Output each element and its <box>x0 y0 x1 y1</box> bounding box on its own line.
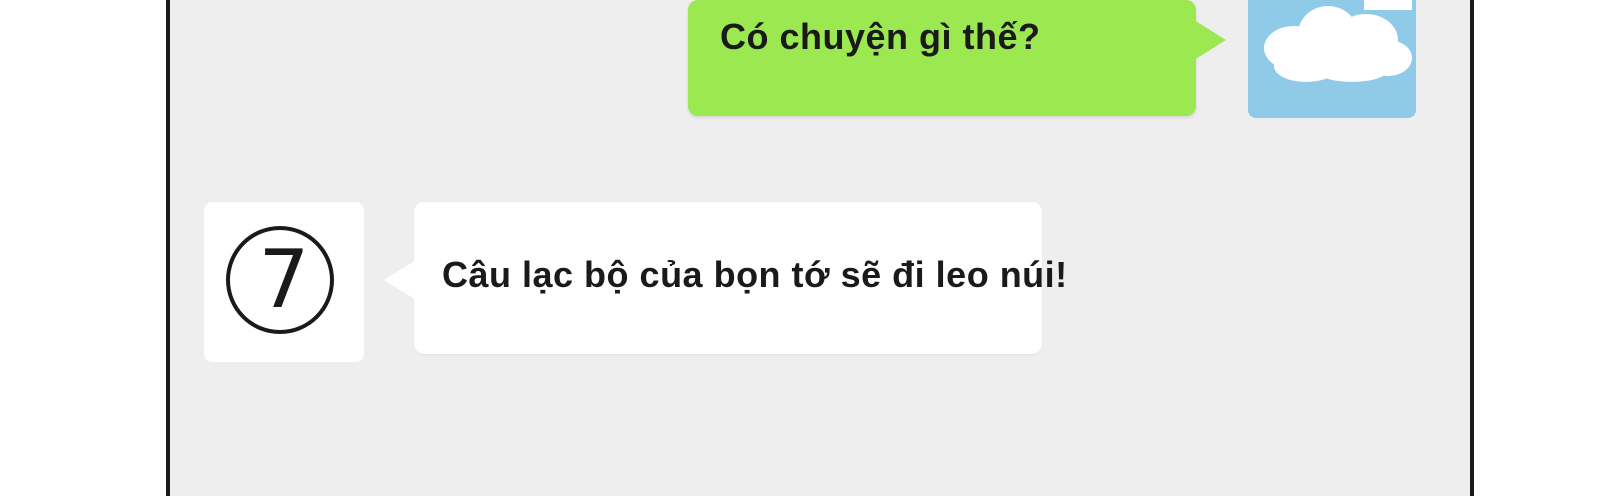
message-text: Câu lạc bộ của bọn tớ sẽ đi leo núi! <box>442 254 1068 295</box>
message-text: Có chuyện gì thế? <box>720 16 1041 57</box>
contact-avatar[interactable]: 7 <box>204 202 364 362</box>
user-avatar[interactable] <box>1248 0 1416 118</box>
cloud-icon <box>1264 0 1412 82</box>
page: Có chuyện gì thế? 7 Câu lạc bộ của bọn t… <box>0 0 1600 500</box>
message-bubble-incoming[interactable]: Câu lạc bộ của bọn tớ sẽ đi leo núi! <box>384 202 1067 354</box>
avatar-number: 7 <box>258 233 310 326</box>
message-bubble-outgoing[interactable]: Có chuyện gì thế? <box>688 0 1226 116</box>
